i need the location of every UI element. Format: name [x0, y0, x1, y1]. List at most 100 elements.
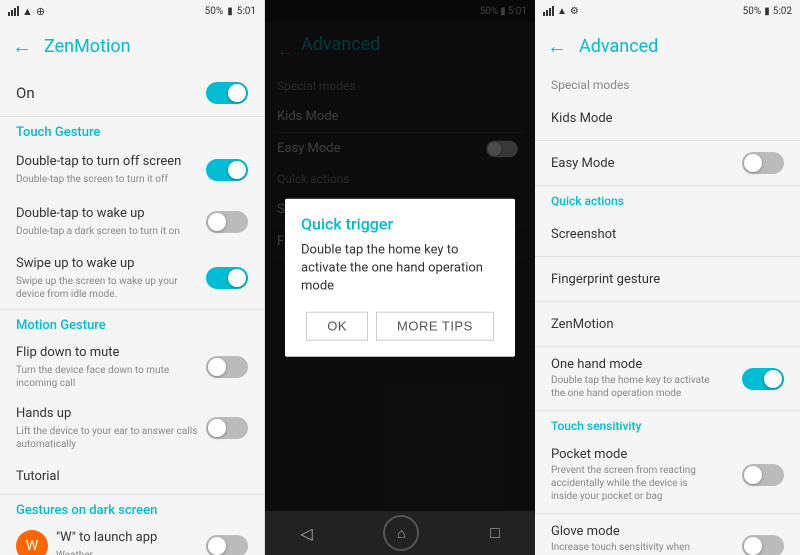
w-gesture-toggle[interactable]: [206, 535, 248, 555]
hands-up-desc: Lift the device to your ear to answer ca…: [16, 425, 198, 451]
qt-more-tips-button[interactable]: MORE TIPS: [376, 312, 494, 341]
right-screenshot-item[interactable]: Screenshot: [535, 212, 800, 256]
right-status-bar: ▲ ⚙ 50% ▮ 5:02: [535, 0, 800, 22]
double-tap-off-text: Double-tap to turn off screen Double-tap…: [16, 154, 206, 186]
right-easy-mode-title: Easy Mode: [551, 156, 615, 171]
qt-desc: Double tap the home key to activate the …: [301, 241, 499, 296]
swipe-up-text: Swipe up to wake up Swipe up the screen …: [16, 256, 206, 301]
double-tap-wake-item: Double-tap to wake up Double-tap a dark …: [0, 196, 264, 248]
swipe-up-toggle[interactable]: [206, 267, 248, 289]
hands-up-toggle[interactable]: [206, 417, 248, 439]
right-title: Advanced: [579, 36, 658, 57]
right-kids-mode-title: Kids Mode: [551, 111, 613, 126]
double-tap-wake-toggle[interactable]: [206, 211, 248, 233]
right-one-hand-desc: Double tap the home key to activate the …: [551, 374, 711, 400]
right-one-hand-mode: One hand mode Double tap the home key to…: [535, 347, 800, 410]
right-pocket-mode: Pocket mode Prevent the screen from reac…: [535, 437, 800, 513]
left-status-bar: ▲ ⊕ 50% ▮ 5:01: [0, 0, 264, 22]
swipe-up-title: Swipe up to wake up: [16, 256, 198, 273]
right-glove-toggle[interactable]: [742, 535, 784, 555]
right-quick-actions-header: Quick actions: [535, 186, 800, 212]
right-one-hand-text: One hand mode Double tap the home key to…: [551, 357, 711, 400]
left-top-bar: ← ZenMotion: [0, 22, 264, 70]
hands-up-title: Hands up: [16, 406, 198, 423]
left-status-right: 50% ▮ 5:01: [205, 6, 256, 17]
w-gesture-item: W "W" to launch app Weather: [0, 522, 264, 555]
right-battery-icon: ▮: [764, 6, 770, 17]
right-wifi-icon: ▲: [557, 6, 567, 17]
right-status-right: 50% ▮ 5:02: [743, 6, 792, 17]
right-time: 5:02: [773, 6, 792, 17]
right-one-hand-toggle[interactable]: [742, 368, 784, 390]
quick-trigger-card: Quick trigger Double tap the home key to…: [285, 198, 515, 357]
touch-gesture-header: Touch Gesture: [0, 117, 264, 144]
w-gesture-icon: W: [16, 530, 48, 555]
double-tap-off-title: Double-tap to turn off screen: [16, 154, 198, 171]
tutorial-item[interactable]: Tutorial: [0, 459, 264, 494]
w-gesture-desc: Weather: [56, 549, 198, 555]
flip-mute-title: Flip down to mute: [16, 345, 198, 362]
swipe-up-desc: Swipe up the screen to wake up your devi…: [16, 275, 198, 301]
motion-gesture-header: Motion Gesture: [0, 310, 264, 337]
left-status-icons: ▲ ⊕: [8, 5, 45, 18]
double-tap-wake-title: Double-tap to wake up: [16, 206, 198, 223]
recent-nav-icon[interactable]: □: [490, 523, 500, 543]
battery-text: 50%: [205, 6, 224, 17]
right-status-left: ▲ ⚙: [543, 6, 579, 17]
right-settings-icon: ⚙: [570, 6, 579, 17]
qt-buttons: OK MORE TIPS: [301, 312, 499, 341]
right-pocket-desc: Prevent the screen from reacting acciden…: [551, 464, 711, 503]
double-tap-wake-desc: Double-tap a dark screen to turn it on: [16, 225, 198, 238]
double-tap-off-desc: Double-tap the screen to turn it off: [16, 173, 198, 186]
signal-icon: [8, 6, 19, 16]
home-nav-button[interactable]: ⌂: [383, 515, 419, 551]
right-kids-mode[interactable]: Kids Mode: [535, 96, 800, 140]
back-button[interactable]: ←: [12, 34, 32, 59]
right-glove-text: Glove mode Increase touch sensitivity wh…: [551, 524, 711, 555]
right-battery: 50%: [743, 6, 762, 17]
right-special-modes-header: Special modes: [535, 70, 800, 96]
flip-mute-text: Flip down to mute Turn the device face d…: [16, 345, 206, 390]
right-back-button[interactable]: ←: [547, 34, 567, 59]
page-title: ZenMotion: [44, 36, 131, 57]
wifi-icon: ▲: [22, 5, 33, 18]
right-fingerprint-item[interactable]: Fingerprint gesture: [535, 257, 800, 301]
time-text: 5:01: [237, 6, 256, 17]
flip-mute-desc: Turn the device face down to mute incomi…: [16, 364, 198, 390]
hands-up-text: Hands up Lift the device to your ear to …: [16, 406, 206, 451]
right-pocket-title: Pocket mode: [551, 447, 711, 462]
right-glove-title: Glove mode: [551, 524, 711, 539]
flip-mute-toggle[interactable]: [206, 356, 248, 378]
right-signal-icon: [543, 6, 554, 16]
double-tap-wake-text: Double-tap to wake up Double-tap a dark …: [16, 206, 206, 238]
back-nav-icon[interactable]: ◁: [300, 524, 312, 543]
right-fingerprint-title: Fingerprint gesture: [551, 272, 660, 287]
on-label: On: [16, 84, 35, 102]
right-zenmotion-item[interactable]: ZenMotion: [535, 302, 800, 346]
right-screenshot-title: Screenshot: [551, 227, 616, 242]
swipe-up-item: Swipe up to wake up Swipe up the screen …: [0, 248, 264, 309]
right-top-bar: ← Advanced: [535, 22, 800, 70]
battery-icon: ▮: [227, 6, 233, 17]
right-pocket-toggle[interactable]: [742, 464, 784, 486]
right-one-hand-title: One hand mode: [551, 357, 711, 372]
on-toggle[interactable]: [206, 82, 248, 104]
qt-title: Quick trigger: [301, 214, 499, 233]
on-toggle-row: On: [0, 70, 264, 116]
hands-up-item: Hands up Lift the device to your ear to …: [0, 398, 264, 459]
right-panel: ▲ ⚙ 50% ▮ 5:02 ← Advanced Special modes …: [535, 0, 800, 555]
gestures-dark-header: Gestures on dark screen: [0, 495, 264, 522]
right-pocket-text: Pocket mode Prevent the screen from reac…: [551, 447, 711, 503]
home-icon: ⌂: [397, 525, 405, 542]
right-zenmotion-title: ZenMotion: [551, 317, 614, 332]
w-gesture-title: "W" to launch app: [56, 530, 198, 547]
right-glove-mode: Glove mode Increase touch sensitivity wh…: [535, 514, 800, 555]
vpn-icon: ⊕: [36, 5, 45, 18]
right-easy-mode-row: Easy Mode: [535, 141, 800, 185]
qt-ok-button[interactable]: OK: [306, 312, 368, 341]
right-easy-mode-toggle[interactable]: [742, 152, 784, 174]
double-tap-off-item: Double-tap to turn off screen Double-tap…: [0, 144, 264, 196]
double-tap-off-toggle[interactable]: [206, 159, 248, 181]
right-touch-sensitivity-header: Touch sensitivity: [535, 411, 800, 437]
flip-mute-item: Flip down to mute Turn the device face d…: [0, 337, 264, 398]
